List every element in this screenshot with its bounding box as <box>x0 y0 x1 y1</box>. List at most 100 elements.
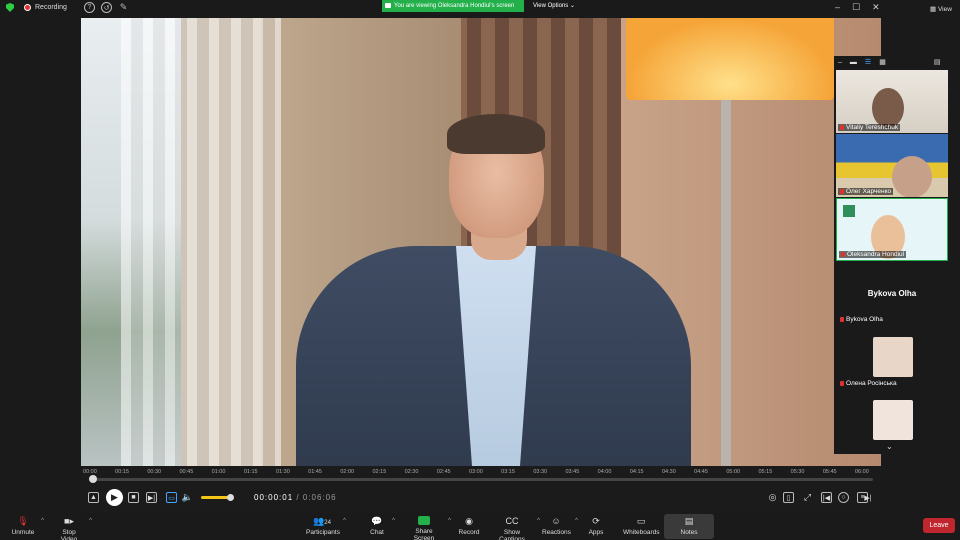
participant-name: Bykova Olha <box>838 316 885 323</box>
chevron-up-icon[interactable]: ^ <box>392 518 395 524</box>
participant-tile[interactable]: Олена Росінська <box>836 326 948 389</box>
panel-icon[interactable]: ▯ <box>783 492 794 503</box>
timeline-tick-label: 04:15 <box>629 469 644 475</box>
apps-button[interactable]: ⟳ Apps <box>587 516 605 536</box>
leave-button[interactable]: Leave <box>923 518 955 533</box>
screen-share-icon <box>385 3 391 8</box>
share-screen-button[interactable]: Share Screen ^ <box>405 516 451 540</box>
pin-icon[interactable]: ✎ <box>118 2 129 13</box>
chevron-up-icon[interactable]: ^ <box>89 518 92 524</box>
notes-button[interactable]: ▤ Notes <box>679 516 699 536</box>
participant-tile[interactable]: Олег Харченко <box>836 134 948 197</box>
muted-mic-icon <box>840 189 844 194</box>
window-controls: – ☐ ✕ <box>835 2 880 13</box>
single-view-icon[interactable]: ▬ <box>850 59 857 66</box>
record-icon: ◉ <box>465 516 473 526</box>
help-icon[interactable]: ? <box>84 2 95 13</box>
subtitle-icon[interactable]: ▭ <box>166 492 177 503</box>
previous-icon[interactable]: |◀ <box>821 492 832 503</box>
sheer-curtain <box>121 18 281 466</box>
speaker-hair <box>447 114 545 154</box>
muted-mic-icon <box>840 125 844 130</box>
strip-view-icon[interactable]: ☰ <box>865 58 871 66</box>
timeline-tick-label: 01:45 <box>308 469 322 475</box>
maximize-icon[interactable]: ☐ <box>852 2 860 13</box>
timeline-tick-label: 03:45 <box>565 469 580 475</box>
chat-button[interactable]: 💬 Chat ^ <box>367 516 395 536</box>
participants-button[interactable]: 👥24 Participants ^ <box>306 516 346 536</box>
eject-icon[interactable]: ▲ <box>88 492 99 503</box>
reactions-icon: ☺ <box>551 516 561 526</box>
chevron-up-icon[interactable]: ^ <box>41 518 44 524</box>
participant-tile[interactable] <box>836 390 948 440</box>
timeline-tick-label: 04:00 <box>597 469 612 475</box>
captions-icon: CC <box>505 516 519 526</box>
participant-name: Vitaliy Tereshchuk <box>838 124 901 131</box>
view-options-button[interactable]: View Options ⌄ <box>533 2 575 9</box>
history-icon[interactable]: ↺ <box>101 2 112 13</box>
timeline-tick-label: 02:15 <box>372 469 387 475</box>
participant-tile[interactable]: Vitaliy Tereshchuk <box>836 70 948 133</box>
grid-view-icon[interactable]: ▦ <box>879 58 886 66</box>
participant-big-name: Bykova Olha <box>867 289 917 298</box>
floor-lamp-shade <box>626 18 834 100</box>
participant-photo <box>873 337 913 377</box>
floor-lamp-pole <box>721 100 731 466</box>
banner-text: You are viewing Oleksandra Hondiul's scr… <box>394 3 515 9</box>
chevron-up-icon[interactable]: ^ <box>537 518 540 524</box>
camera-icon[interactable]: ◎ <box>767 492 778 503</box>
repeat-icon[interactable]: ○ <box>838 492 849 503</box>
video-camera-icon: ■▸ <box>64 516 74 526</box>
record-dot-icon <box>24 4 31 11</box>
view-options-label: View Options <box>533 3 569 9</box>
reactions-label: Reactions <box>542 529 571 536</box>
side-layout-icon[interactable]: ▤ <box>934 58 941 66</box>
timeline-tick-label: 02:30 <box>404 469 419 475</box>
participants-icon: 👥24 <box>313 516 331 526</box>
notes-label: Notes <box>680 529 698 536</box>
volume-slider[interactable] <box>201 494 234 501</box>
view-button[interactable]: ▦ View <box>930 5 952 13</box>
recording-indicator[interactable]: Recording <box>6 3 67 12</box>
fullscreen-icon[interactable]: ⤢ <box>802 492 813 503</box>
timeline-tick-label: 01:15 <box>243 469 258 475</box>
logo-icon <box>843 205 855 217</box>
participant-name: Олена Росінська <box>838 380 899 387</box>
view-label: View <box>937 6 952 13</box>
unmute-button[interactable]: 🎙 Unmute ^ <box>10 516 44 536</box>
participant-video <box>892 156 932 197</box>
play-button[interactable]: ▶ <box>106 489 123 506</box>
speaker-icon[interactable]: 🔈 <box>182 492 193 503</box>
participant-name: Oleksandra Hondiul <box>839 251 907 258</box>
chevron-up-icon[interactable]: ^ <box>575 518 578 524</box>
chevron-down-icon[interactable]: ⌄ <box>886 442 893 451</box>
record-button[interactable]: ◉ Record <box>457 516 481 536</box>
whiteboards-button[interactable]: ▭ Whiteboards <box>623 516 660 536</box>
grid-icon: ▦ <box>930 6 938 13</box>
volume-thumb[interactable] <box>227 494 234 501</box>
stop-icon[interactable]: ■ <box>128 492 139 503</box>
stop-video-button[interactable]: ■▸ Stop Video ^ <box>54 516 92 540</box>
chevron-up-icon[interactable]: ^ <box>343 518 346 524</box>
timeline-tick-label: 06:00 <box>855 469 869 475</box>
participant-tile[interactable]: Bykova Olha Bykova Olha <box>836 262 948 325</box>
minimize-icon[interactable]: – <box>835 2 840 13</box>
close-icon[interactable]: ✕ <box>872 2 880 13</box>
media-player-controls: 00:00 00:15 00:30 00:45 01:00 01:15 01:30 01:45… <box>81 466 881 513</box>
timeline-tick-label: 03:00 <box>469 469 483 475</box>
chevron-up-icon[interactable]: ^ <box>448 518 451 524</box>
show-captions-button[interactable]: CC Show Captions ^ <box>492 516 540 540</box>
timeline-track[interactable] <box>89 478 873 481</box>
share-screen-label: Share Screen <box>413 528 435 540</box>
gallery-toolbar: – ▬ ☰ ▦ ▤ <box>834 56 948 68</box>
participant-tile[interactable]: Oleksandra Hondiul <box>836 198 948 261</box>
timeline-thumb[interactable] <box>89 475 98 483</box>
reactions-button[interactable]: ☺ Reactions ^ <box>542 516 578 536</box>
next-icon[interactable]: ▶| <box>146 492 157 503</box>
notes-icon: ▤ <box>684 516 694 526</box>
minimize-gallery-icon[interactable]: – <box>838 59 842 66</box>
apps-label: Apps <box>588 529 604 536</box>
timeline-tick-label: 02:00 <box>340 469 355 475</box>
chat-label: Chat <box>370 529 384 536</box>
timeline-ticks: 00:00 00:15 00:30 00:45 01:00 01:15 01:30 01:45… <box>81 467 881 477</box>
